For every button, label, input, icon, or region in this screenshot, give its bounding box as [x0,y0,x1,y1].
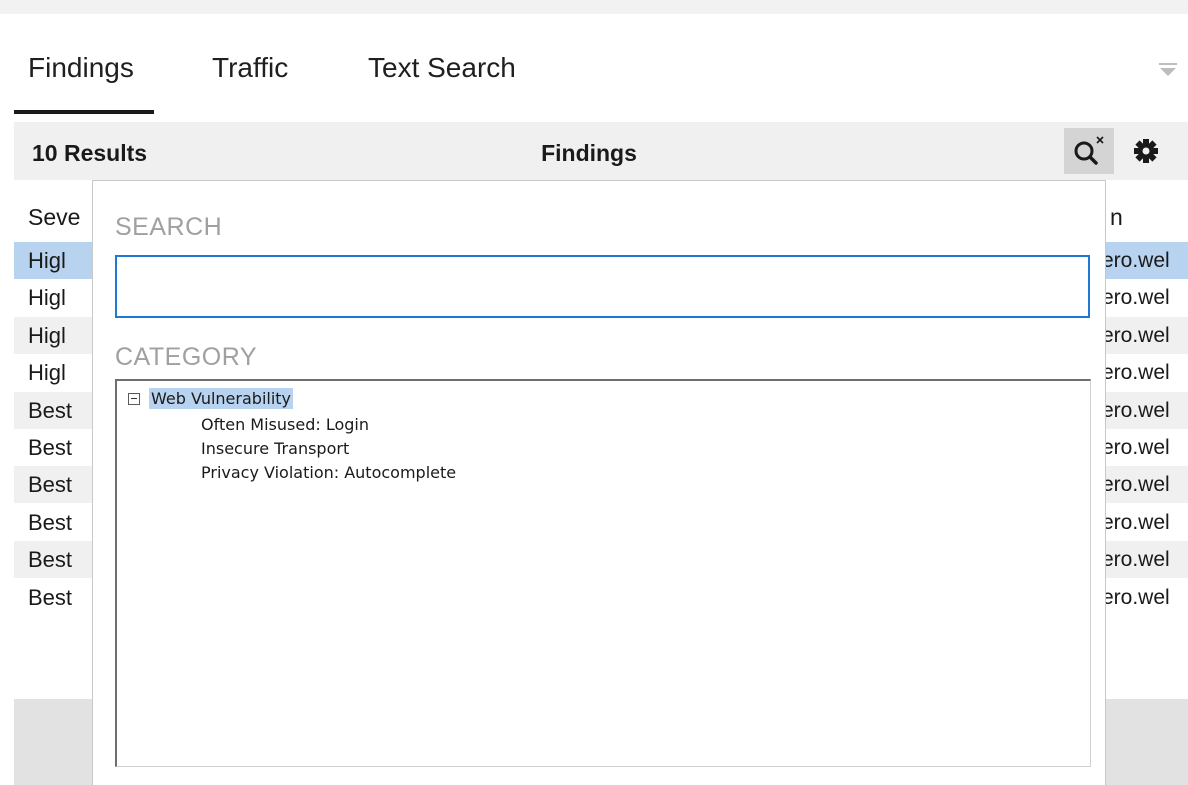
gear-icon [1134,139,1158,163]
panel-title: Findings [541,140,637,166]
cell-location: ero.wel [1102,548,1170,572]
tree-item-often-misused-login[interactable]: Often Misused: Login [201,415,369,434]
tab-bar: Findings Traffic Text Search [0,14,1188,122]
top-strip [0,0,1188,14]
settings-button[interactable] [1126,130,1166,172]
active-tab-indicator [14,110,154,114]
cell-location: ero.wel [1102,436,1170,459]
cell-severity: Best [28,435,73,460]
search-input[interactable] [115,255,1090,318]
cell-severity: Higl [28,322,66,348]
cell-severity: Best [28,397,73,423]
tree-item-web-vulnerability[interactable]: Web Vulnerability [149,388,294,409]
cell-location: ero.wel [1102,249,1170,272]
category-tree[interactable]: Web Vulnerability Often Misused: Login I… [115,379,1091,767]
cell-location: ero.wel [1102,361,1170,385]
tab-findings[interactable]: Findings [28,52,134,84]
results-header: 10 Results Findings [14,122,1188,180]
cell-location: ero.wel [1102,398,1170,422]
cell-severity: Higl [28,360,66,386]
cell-location: ero.wel [1102,286,1170,310]
cell-severity: Higl [28,285,66,311]
search-toggle-button[interactable] [1064,128,1114,174]
cell-severity: Best [28,472,73,498]
column-header-location[interactable]: n [1110,204,1180,231]
cell-location: ero.wel [1102,510,1170,534]
cell-severity: Best [28,584,73,610]
search-section-label: SEARCH [115,213,223,241]
cell-location: ero.wel [1102,585,1170,609]
overflow-funnel-icon[interactable] [1155,58,1181,82]
cell-location: ero.wel [1102,473,1170,497]
collapse-toggle-icon[interactable] [128,393,140,405]
search-popup: SEARCH CATEGORY Web Vulnerability Often … [92,180,1106,785]
cell-severity: Higl [28,248,66,273]
tree-item-privacy-violation-autocomplete[interactable]: Privacy Violation: Autocomplete [201,463,456,482]
column-header-severity[interactable]: Seve [28,204,92,231]
cell-severity: Best [28,509,73,535]
category-section-label: CATEGORY [115,343,257,371]
tab-text-search[interactable]: Text Search [368,52,516,84]
search-clear-icon [1074,136,1104,165]
tab-traffic[interactable]: Traffic [212,52,288,84]
tree-item-insecure-transport[interactable]: Insecure Transport [201,439,349,458]
cell-severity: Best [28,547,73,573]
cell-location: ero.wel [1102,323,1170,347]
